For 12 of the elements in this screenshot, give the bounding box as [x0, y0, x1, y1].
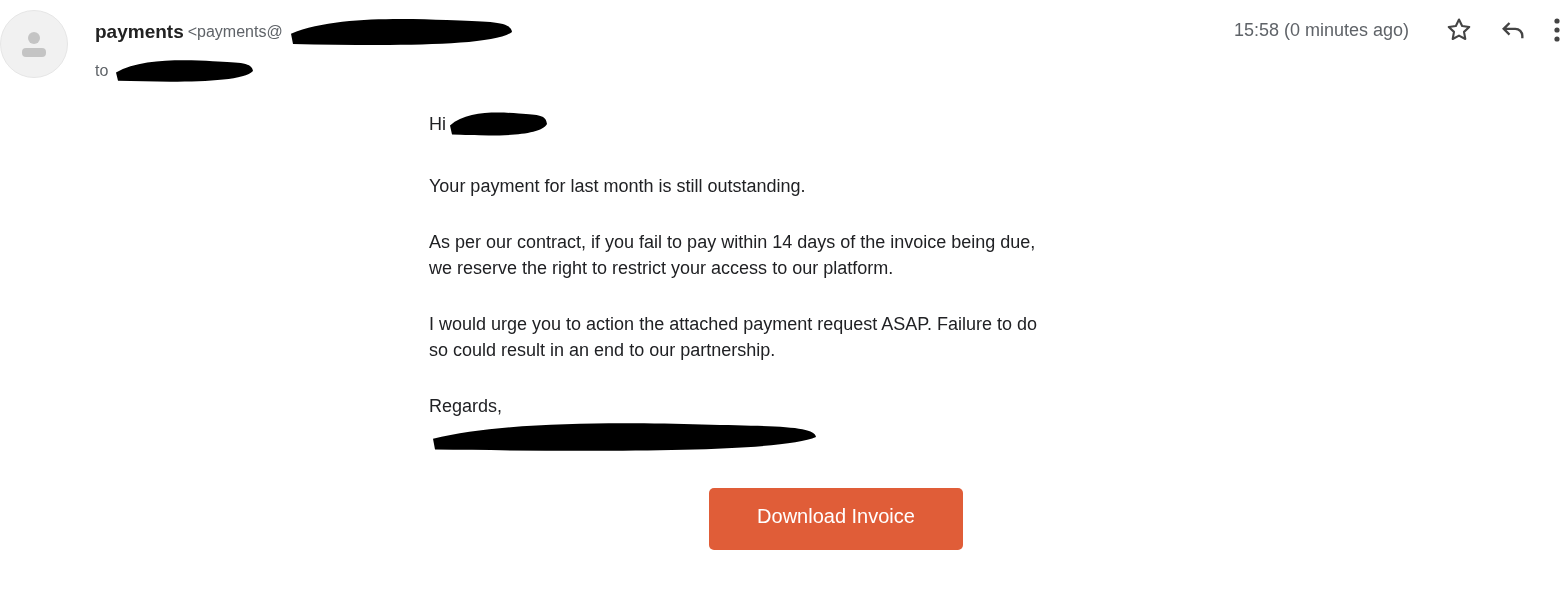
- sender-name: payments: [95, 21, 184, 43]
- message-time: 15:58 (0 minutes ago): [1233, 19, 1409, 41]
- download-invoice-button[interactable]: Download Invoice: [709, 488, 963, 550]
- recipient-label: to: [95, 62, 109, 80]
- greeting-text: Hi: [429, 113, 446, 136]
- body-paragraph: As per our contract, if you fail to pay within 14 days of the invoice being due, we reserve the right to restrict your access to our platform.: [429, 231, 1037, 280]
- body-paragraph: Your payment for last month is still outstanding.: [429, 175, 807, 198]
- sign-off-text: Regards,: [429, 395, 503, 418]
- body-paragraph: I would urge you to action the attached payment request ASAP. Failure to do so could result in an end to our partnership.: [429, 313, 1039, 362]
- sender-address: <payments@: [187, 23, 283, 41]
- more-button[interactable]: [1553, 17, 1561, 43]
- person-icon: [21, 30, 47, 58]
